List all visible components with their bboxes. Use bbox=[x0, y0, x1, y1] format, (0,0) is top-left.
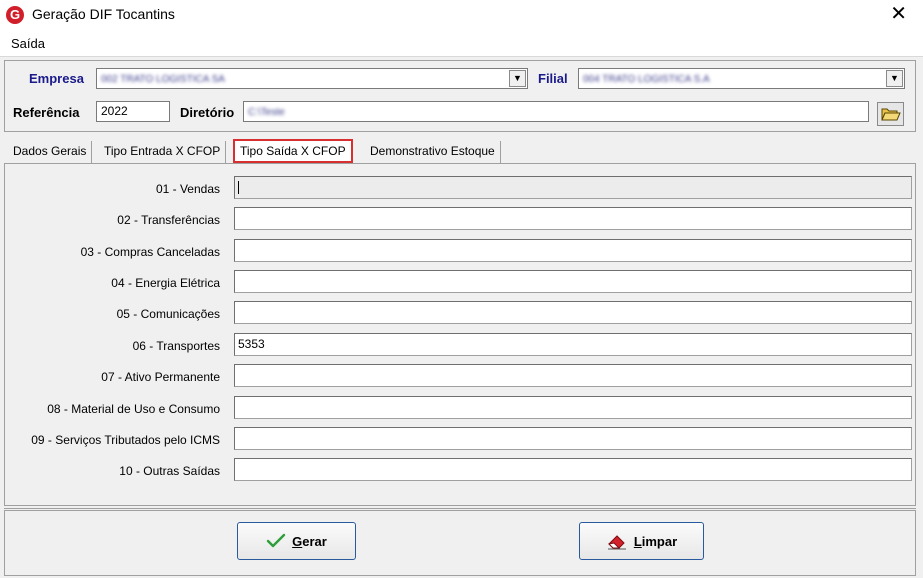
tab-strip: Dados Gerais Tipo Entrada X CFOP Tipo Sa… bbox=[4, 139, 916, 163]
chevron-down-icon[interactable]: ▼ bbox=[886, 70, 903, 87]
menu-item-saida[interactable]: Saída bbox=[11, 36, 45, 51]
diretorio-input[interactable]: C:\Teste bbox=[243, 101, 869, 122]
input-transportes[interactable]: 5353 bbox=[234, 333, 912, 356]
row-label-energia-eletrica: 04 - Energia Elétrica bbox=[111, 276, 220, 290]
row-label-servicos-tributados-icms: 09 - Serviços Tributados pelo ICMS bbox=[31, 433, 220, 447]
limpar-label: impar bbox=[641, 533, 678, 549]
tab-content-panel: 01 - Vendas 02 - Transferências 03 - Com… bbox=[4, 163, 916, 506]
check-icon bbox=[266, 533, 286, 548]
row-label-transferencias: 02 - Transferências bbox=[117, 213, 220, 227]
filial-label: Filial bbox=[538, 71, 568, 86]
bottom-divider bbox=[4, 508, 916, 509]
row-label-vendas: 01 - Vendas bbox=[155, 182, 220, 196]
empresa-value: 002 TRATO LOGISTICA SA bbox=[101, 74, 225, 85]
browse-folder-button[interactable] bbox=[877, 102, 904, 126]
input-material-uso-consumo[interactable] bbox=[234, 396, 912, 419]
empresa-combo[interactable]: 002 TRATO LOGISTICA SA ▼ bbox=[96, 68, 528, 89]
referencia-value: 2022 bbox=[101, 104, 128, 118]
referencia-input[interactable]: 2022 bbox=[96, 101, 170, 122]
row-label-comunicacoes: 05 - Comunicações bbox=[116, 307, 220, 321]
referencia-label: Referência bbox=[13, 105, 80, 120]
row-label-material-uso-consumo: 08 - Material de Uso e Consumo bbox=[47, 402, 220, 416]
input-servicos-tributados-icms[interactable] bbox=[234, 427, 912, 450]
row-label-ativo-permanente: 07 - Ativo Permanente bbox=[101, 370, 220, 384]
limpar-mnemonic: L bbox=[633, 533, 642, 549]
filial-value: 004 TRATO LOGISTICA S.A bbox=[583, 74, 710, 85]
text-cursor bbox=[238, 181, 239, 195]
filial-combo[interactable]: 004 TRATO LOGISTICA S.A ▼ bbox=[578, 68, 905, 89]
input-transferencias[interactable] bbox=[234, 207, 912, 230]
diretorio-label: Diretório bbox=[180, 105, 235, 120]
chevron-down-icon[interactable]: ▼ bbox=[509, 70, 526, 87]
input-comunicacoes[interactable] bbox=[234, 301, 912, 324]
folder-open-icon bbox=[881, 108, 901, 121]
eraser-icon bbox=[607, 535, 626, 550]
menu-bar: Saída bbox=[0, 30, 923, 56]
tab-tipo-saida-cfop[interactable]: Tipo Saída X CFOP bbox=[233, 139, 353, 163]
input-outras-saidas[interactable] bbox=[234, 458, 912, 481]
gerar-mnemonic: G bbox=[292, 533, 303, 549]
tab-demonstrativo-estoque[interactable]: Demonstrativo Estoque bbox=[365, 141, 501, 163]
empresa-label: Empresa bbox=[29, 71, 84, 86]
input-vendas[interactable] bbox=[234, 176, 912, 199]
limpar-button[interactable]: Limpar bbox=[579, 522, 704, 560]
row-label-transportes: 06 - Transportes bbox=[132, 339, 220, 353]
row-label-outras-saidas: 10 - Outras Saídas bbox=[119, 464, 220, 478]
tab-tipo-entrada-cfop[interactable]: Tipo Entrada X CFOP bbox=[99, 141, 227, 163]
bottom-button-panel bbox=[4, 510, 916, 576]
close-icon[interactable]: ✕ bbox=[890, 3, 907, 25]
gerar-label: erar bbox=[302, 533, 327, 549]
title-bar: G Geração DIF Tocantins ✕ bbox=[0, 0, 923, 30]
input-compras-canceladas[interactable] bbox=[234, 239, 912, 262]
app-logo-icon: G bbox=[6, 6, 24, 24]
row-label-compras-canceladas: 03 - Compras Canceladas bbox=[80, 245, 220, 259]
window-title: Geração DIF Tocantins bbox=[32, 6, 175, 22]
input-ativo-permanente[interactable] bbox=[234, 364, 912, 387]
tab-dados-gerais[interactable]: Dados Gerais bbox=[8, 141, 93, 163]
input-energia-eletrica[interactable] bbox=[234, 270, 912, 293]
gerar-button[interactable]: Gerar bbox=[237, 522, 356, 560]
menu-divider bbox=[0, 56, 923, 57]
diretorio-value: C:\Teste bbox=[248, 107, 285, 118]
